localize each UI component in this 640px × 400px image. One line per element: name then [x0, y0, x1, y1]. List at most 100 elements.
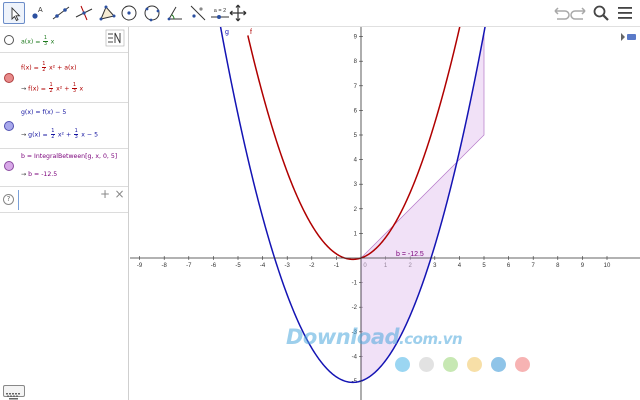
x-tick-label: -7 [186, 263, 192, 269]
a-name: a(x) [21, 38, 34, 46]
f-arrow: → [21, 85, 27, 93]
redo-icon [570, 7, 586, 20]
y-tick-label: -2 [352, 305, 358, 311]
g-res-name: g(x) [28, 131, 41, 139]
algebra-row-f[interactable]: f(x) = 12 x² + a(x) → f(x) = 12 x² + 13 … [0, 53, 128, 103]
move-tool[interactable] [3, 2, 25, 24]
input-caret [18, 190, 19, 210]
b-value: b = -12.5 [28, 171, 58, 178]
reflect-tool[interactable] [187, 2, 209, 24]
x-tick-label: 4 [458, 263, 462, 269]
visibility-toggle-g[interactable] [4, 121, 14, 131]
g-res-square: x² [57, 131, 65, 139]
polygon-tool[interactable] [96, 2, 118, 24]
watermark-dot [467, 357, 482, 372]
x-tick-label: 9 [581, 263, 585, 269]
x-tick-label: -2 [309, 263, 315, 269]
perpendicular-line-icon [75, 5, 93, 21]
y-tick-label: 5 [354, 133, 358, 139]
f-res-denominator-2: 3 [72, 88, 77, 94]
reflect-icon [190, 5, 206, 21]
move-graphics-view-tool[interactable] [227, 2, 249, 24]
f-res-name: f(x) [28, 85, 39, 93]
x-tick-label: -6 [211, 263, 217, 269]
a-equals: = [35, 38, 41, 46]
definition-g: g(x) = f(x) − 5 [21, 109, 67, 116]
add-icon[interactable]: + [98, 188, 112, 201]
watermark-dot [419, 357, 434, 372]
y-tick-label: -1 [352, 281, 358, 287]
y-tick-label: 6 [354, 108, 358, 114]
visibility-toggle-b[interactable] [4, 161, 14, 171]
undo-icon [554, 7, 570, 20]
f-def-name: f(x) [21, 64, 32, 72]
x-tick-label: -8 [162, 263, 168, 269]
y-tick-label: -4 [352, 354, 358, 360]
keyboard-button[interactable] [3, 385, 25, 400]
expression-a: a(x) = 13 x [21, 36, 54, 47]
x-tick-label: 3 [433, 263, 437, 269]
f-def-plus-a: + a(x) [57, 64, 77, 72]
slider-label: a = 2 [214, 8, 226, 14]
f-def-denominator: 2 [42, 67, 46, 73]
toolbar: A a = 2 [0, 0, 640, 27]
b-arrow: → [21, 171, 27, 178]
y-tick-label: 4 [354, 158, 358, 164]
circle-tool[interactable] [118, 2, 140, 24]
f-def-equals: = [33, 64, 39, 72]
point-tool[interactable]: A [27, 2, 49, 24]
line-tool[interactable] [50, 2, 72, 24]
algebra-row-a[interactable]: a(x) = 13 x [0, 27, 128, 53]
visibility-toggle-f[interactable] [4, 73, 14, 83]
f-res-equals: = [40, 85, 46, 93]
a-denominator: 3 [43, 41, 48, 47]
circle-through-points-tool[interactable] [141, 2, 163, 24]
f-def-fraction: 12 [41, 62, 46, 73]
style-bar-toggle-icon[interactable] [616, 29, 638, 45]
algebra-input-row[interactable]: ? + × [0, 187, 128, 213]
x-tick-label: 6 [507, 263, 511, 269]
x-tick-label: 7 [532, 263, 536, 269]
g-res-denominator-1: 2 [51, 134, 55, 140]
cursor-arrow-icon [11, 6, 21, 22]
undo-button[interactable] [549, 2, 571, 24]
x-tick-label: -3 [285, 263, 291, 269]
g-res-tail: x − 5 [81, 131, 99, 139]
main-menu-button[interactable] [614, 2, 636, 24]
g-res-plus: + [65, 131, 72, 139]
watermark-tld: .com.vn [399, 330, 463, 348]
perpendicular-line-tool[interactable] [73, 2, 95, 24]
x-tick-label: 8 [556, 263, 560, 269]
x-tick-label: 5 [482, 263, 486, 269]
x-tick-label: -4 [260, 263, 266, 269]
x-tick-label: 10 [604, 263, 611, 269]
algebra-row-b[interactable]: b = IntegralBetween[g, x, 0, 5] → b = -1… [0, 149, 128, 187]
polygon-icon [99, 5, 116, 21]
result-g: → g(x) = 12 x² + 13 x − 5 [21, 129, 98, 140]
angle-tool[interactable] [164, 2, 186, 24]
watermark-dot [491, 357, 506, 372]
f-res-square: x² [56, 85, 63, 93]
y-tick-label: 2 [354, 207, 358, 213]
f-res-fraction-2: 13 [72, 83, 77, 94]
watermark-dot [395, 357, 410, 372]
keyboard-icon [6, 393, 20, 400]
line-icon [52, 6, 70, 20]
angle-icon [167, 6, 182, 21]
definition-b: b = IntegralBetween[g, x, 0, 5] [21, 153, 118, 160]
g-res-fraction-1: 12 [50, 129, 55, 140]
f-res-denominator-1: 2 [49, 88, 53, 94]
a-fraction: 13 [43, 36, 48, 47]
help-icon[interactable]: ? [3, 194, 14, 205]
search-button[interactable] [590, 2, 612, 24]
definition-f: f(x) = 12 x² + a(x) [21, 62, 77, 73]
visibility-toggle-a[interactable] [4, 35, 14, 45]
menu-icon [618, 7, 632, 19]
y-tick-label: 8 [354, 59, 358, 65]
algebra-row-g[interactable]: g(x) = f(x) − 5 → g(x) = 12 x² + 13 x − … [0, 103, 128, 149]
redo-button[interactable] [569, 2, 591, 24]
algebra-view: a(x) = 13 x f(x) = 12 x² + a(x) → f(x) =… [0, 27, 129, 400]
close-icon[interactable]: × [113, 188, 126, 201]
watermark: Download.com.vn [286, 325, 463, 349]
f-res-plus: + [64, 85, 70, 93]
